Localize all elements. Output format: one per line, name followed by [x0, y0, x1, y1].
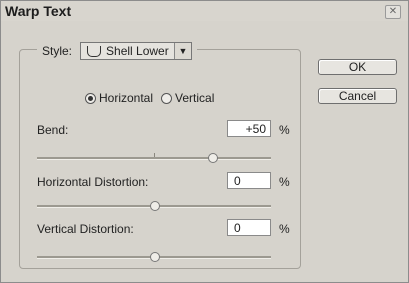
vertical-distortion-slider-thumb[interactable]: [150, 252, 160, 262]
vertical-distortion-input[interactable]: 0: [227, 219, 271, 236]
style-selected-value: Shell Lower: [106, 44, 169, 58]
bend-unit: %: [279, 123, 290, 137]
bend-slider-thumb[interactable]: [208, 153, 218, 163]
vertical-distortion-unit: %: [279, 222, 290, 236]
vertical-radio[interactable]: Vertical: [161, 91, 214, 105]
warp-text-dialog: Warp Text ✕ Style: Shell Lower ▼ Horizon…: [0, 0, 409, 283]
horizontal-radio-label: Horizontal: [99, 91, 154, 105]
close-icon[interactable]: ✕: [385, 5, 401, 19]
title-bar: Warp Text ✕: [1, 1, 408, 21]
bend-slider[interactable]: [37, 153, 271, 163]
horizontal-distortion-label: Horizontal Distortion:: [37, 175, 149, 189]
cancel-button[interactable]: Cancel: [318, 88, 397, 104]
vertical-radio-dot[interactable]: [161, 92, 173, 104]
bend-input[interactable]: +50: [227, 120, 271, 137]
horizontal-radio[interactable]: Horizontal: [85, 91, 153, 105]
dialog-title: Warp Text: [5, 3, 72, 19]
vertical-distortion-slider[interactable]: [37, 252, 271, 262]
chevron-down-icon[interactable]: ▼: [174, 43, 192, 59]
horizontal-radio-dot[interactable]: [85, 92, 96, 104]
vertical-distortion-label: Vertical Distortion:: [37, 222, 134, 236]
shell-lower-icon: [87, 45, 102, 57]
vertical-radio-label: Vertical: [175, 91, 215, 105]
style-label: Style:: [42, 44, 73, 58]
horizontal-distortion-slider[interactable]: [37, 201, 271, 211]
horizontal-distortion-input[interactable]: 0: [227, 172, 271, 189]
ok-button[interactable]: OK: [318, 59, 397, 75]
bend-label: Bend:: [37, 123, 69, 137]
style-dropdown[interactable]: Shell Lower ▼: [80, 42, 193, 60]
style-row: Style: Shell Lower ▼: [37, 40, 198, 62]
horizontal-distortion-slider-thumb[interactable]: [150, 201, 160, 211]
orientation-radio-group: Horizontal Vertical: [85, 91, 222, 105]
bend-slider-center-tick: [154, 153, 155, 157]
horizontal-distortion-unit: %: [279, 175, 290, 189]
